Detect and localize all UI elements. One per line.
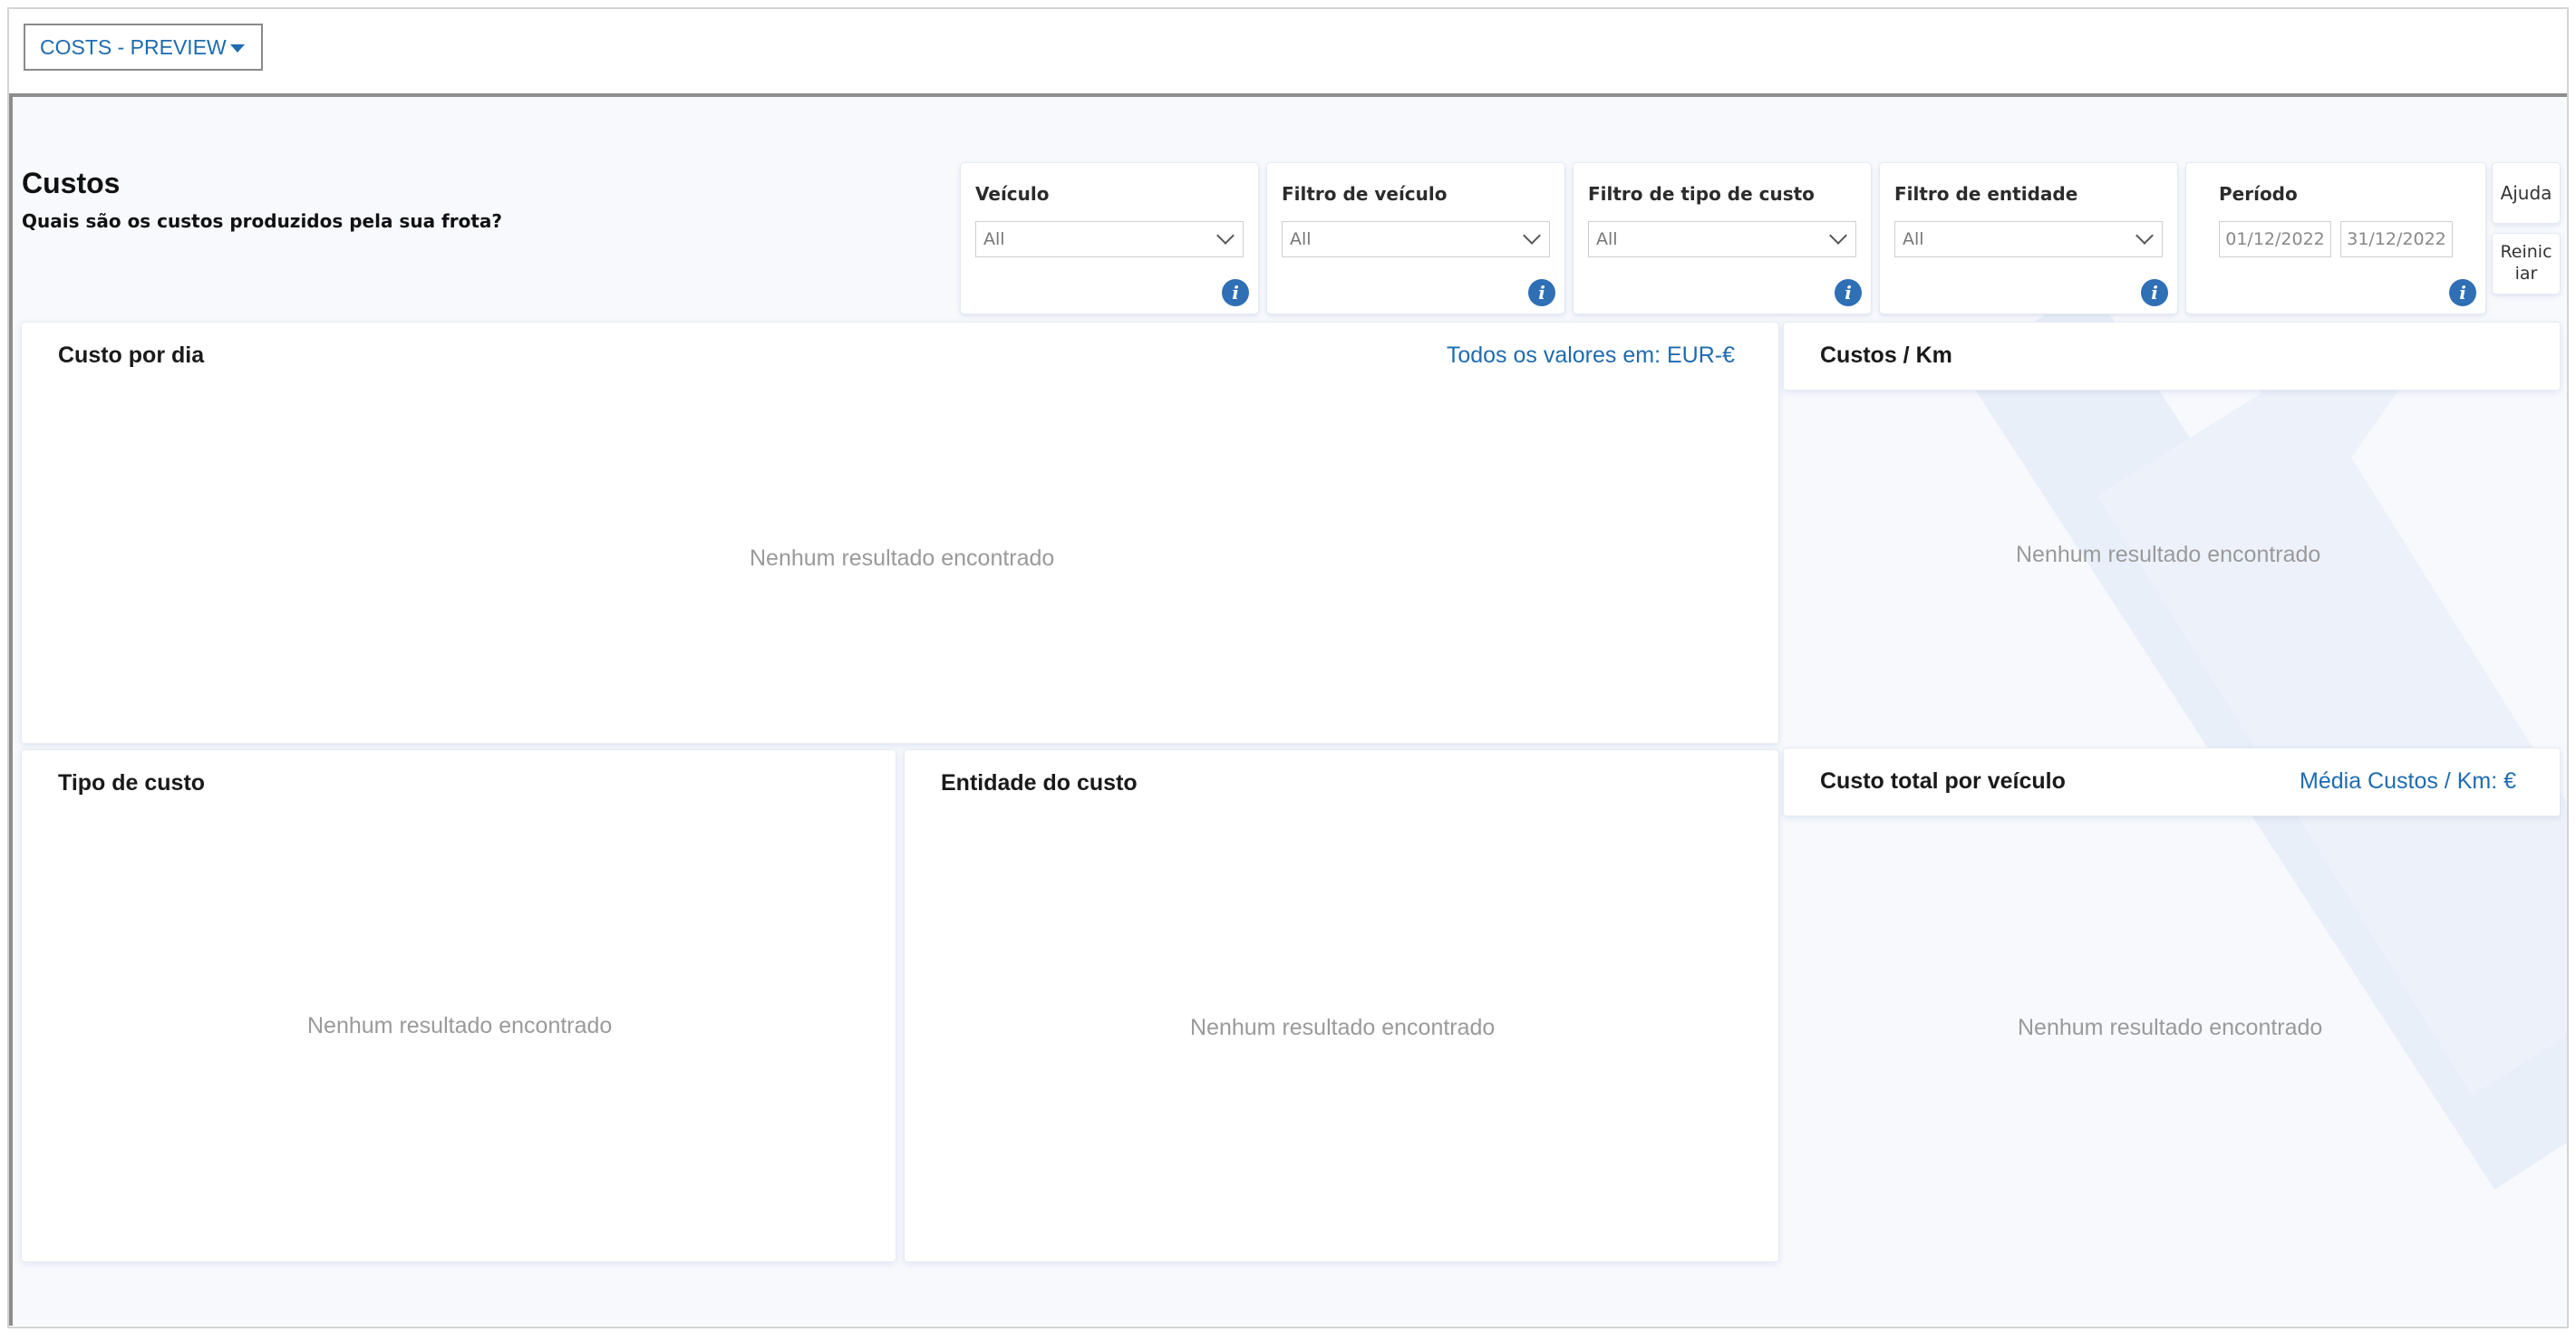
info-icon[interactable]: i [2141,279,2168,306]
vehicle-select[interactable]: All [975,221,1244,257]
cost-type-filter-label: Filtro de tipo de custo [1588,183,1815,205]
period-label: Período [2219,183,2298,205]
entity-filter-select[interactable]: All [1894,221,2163,257]
period-slicer: Período 01/12/2022 31/12/2022 i [2186,163,2485,314]
cost-type-title: Tipo de custo [58,770,206,796]
report-page-name: COSTS - PREVIEW [40,34,227,59]
vehicle-slicer-label: Veículo [975,183,1050,205]
vehicle-filter-select[interactable]: All [1282,221,1550,257]
cost-entity-title: Entidade do custo [941,770,1138,796]
reset-button-label: Reiniciar [2500,242,2552,284]
chevron-down-icon [1523,227,1541,245]
vehicle-slicer: Veículo All i [961,163,1258,314]
page-title: Custos [22,167,121,199]
info-icon[interactable]: i [1835,279,1862,306]
cost-per-day-title: Custo por dia [58,343,205,368]
period-end-date[interactable]: 31/12/2022 [2340,221,2453,257]
total-cost-per-vehicle-visual: Custo total por veículo Média Custos / K… [1784,748,2560,816]
chevron-down-icon [1216,227,1235,245]
reset-button[interactable]: Reiniciar [2493,234,2560,294]
info-icon[interactable]: i [2449,279,2476,306]
chevron-down-icon [1829,227,1847,245]
empty-state-message: Nenhum resultado encontrado [2018,1015,2323,1040]
cost-per-day-visual: Custo por dia Todos os valores em: EUR-€… [22,323,1778,743]
help-button-label: Ajuda [2500,182,2552,204]
vehicle-filter-value: All [1290,229,1312,249]
average-cost-note: Média Custos / Km: € [2300,768,2516,794]
costs-per-km-title: Custos / Km [1820,343,1952,368]
entity-filter-value: All [1903,229,1924,249]
page-subtitle: Quais são os custos produzidos pela sua … [22,210,502,232]
entity-filter-label: Filtro de entidade [1894,183,2078,205]
empty-state-message: Nenhum resultado encontrado [307,1013,613,1038]
info-icon[interactable]: i [1222,279,1249,306]
cost-entity-visual: Entidade do custo Nenhum resultado encon… [905,750,1778,1261]
entity-filter-slicer: Filtro de entidade All i [1880,163,2177,314]
currency-note: Todos os valores em: EUR-€ [1446,343,1735,368]
costs-per-km-visual: Custos / Km [1784,323,2560,390]
total-cost-per-vehicle-title: Custo total por veículo [1820,768,2066,794]
empty-state-message: Nenhum resultado encontrado [2016,542,2321,567]
info-icon[interactable]: i [1528,279,1555,306]
vehicle-select-value: All [983,229,1005,249]
vehicle-filter-label: Filtro de veículo [1282,183,1448,205]
help-button[interactable]: Ajuda [2493,163,2560,223]
vehicle-filter-slicer: Filtro de veículo All i [1267,163,1564,314]
chevron-down-icon [2135,227,2154,245]
caret-down-icon [230,44,245,53]
cost-type-filter-slicer: Filtro de tipo de custo All i [1574,163,1871,314]
cost-type-filter-select[interactable]: All [1588,221,1856,257]
empty-state-message: Nenhum resultado encontrado [750,545,1055,571]
report-page-dropdown[interactable]: COSTS - PREVIEW [24,24,263,71]
period-start-date[interactable]: 01/12/2022 [2219,221,2331,257]
cost-type-filter-value: All [1596,229,1618,249]
empty-state-message: Nenhum resultado encontrado [1190,1015,1496,1040]
cost-type-visual: Tipo de custo Nenhum resultado encontrad… [22,750,896,1261]
